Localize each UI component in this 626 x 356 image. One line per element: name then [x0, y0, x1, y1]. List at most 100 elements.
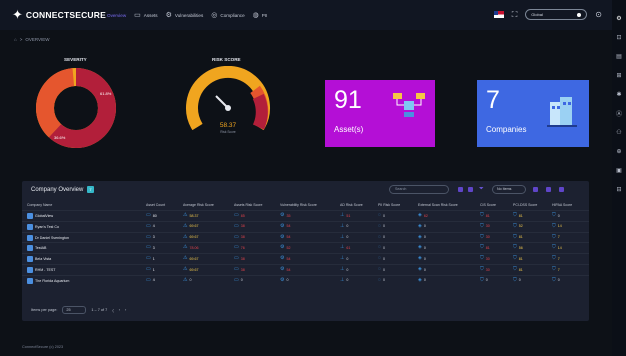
company-name-value: GlobalView — [35, 214, 54, 218]
companies-card[interactable]: 7 Companies — [477, 80, 589, 147]
gauge-critical-arc — [252, 93, 268, 130]
col-external-scan-risk[interactable]: External Scan Risk Score — [418, 203, 458, 207]
cell-assets-risk: ▭ 38 — [234, 234, 245, 240]
col-average-risk[interactable]: Average Risk Score — [183, 203, 214, 207]
cell-cis-score: ⛉ 0 — [480, 277, 488, 283]
prev-page-icon[interactable]: ‹ — [119, 308, 120, 312]
export-icon[interactable] — [533, 187, 538, 192]
pii-risk-icon: ◌ — [378, 233, 381, 240]
external-scan-risk-value: 0 — [423, 267, 426, 272]
external-scan-risk-value: 0 — [423, 245, 426, 250]
average-risk-icon: ⚠ — [183, 233, 188, 240]
pii-risk-icon: ◌ — [378, 212, 381, 218]
assets-card[interactable]: 91 Asset(s) — [325, 80, 435, 147]
cell-vulnerability-risk: ⚙ 35 — [280, 213, 290, 218]
view-select[interactable]: No Items — [492, 185, 526, 194]
logs-icon[interactable]: ⊟ — [616, 180, 621, 199]
table-row[interactable]: Ryan's Test Co ▭ 4 ⚠ 69.67 ▭ 38 ⚙ 54 ⊥ 0 ◌ 0 ◈ 0 ⛉ 30 ⛉ 52… — [22, 220, 589, 232]
col-pci-dss-score[interactable]: PCI-DSS Score — [513, 203, 537, 207]
ad-risk-value: 0 — [346, 267, 349, 272]
col-ad-risk[interactable]: AD Risk Score — [340, 203, 363, 207]
bug-tool-icon[interactable]: ✱ — [616, 85, 621, 104]
table-row[interactable]: Dr Daniel Svenington ▭ 3 ⚠ 69.67 ▭ 38 ⚙ 54 ⊥ 0 ◌ 0 ◈ 0… — [22, 231, 589, 243]
cell-pii-risk: ◌ 0 — [378, 256, 385, 261]
assets-risk-value: 38 — [240, 235, 245, 240]
filter-icon[interactable]: ⏷ — [479, 186, 484, 193]
home-icon[interactable]: ⌂ — [14, 37, 17, 42]
globe-icon[interactable]: ⊕ — [616, 142, 621, 161]
cell-assets-risk: ▭ 85 — [234, 213, 245, 218]
hipaa-score-icon: ⛉ — [552, 266, 556, 272]
next-page-icon[interactable]: › — [125, 308, 126, 312]
cell-company-name[interactable]: The Florida Aquarium — [27, 277, 69, 284]
settings-icon[interactable]: ⚙ — [616, 9, 621, 28]
col-assets-risk[interactable]: Assets Risk Score — [234, 203, 262, 207]
asset-count-icon: ▭ — [146, 212, 151, 218]
average-risk-icon: ⚠ — [183, 255, 188, 262]
cell-company-name[interactable]: Ryan's Test Co — [27, 223, 59, 230]
admin-icon[interactable]: Ⓐ — [616, 104, 622, 123]
average-risk-icon: ⚠ — [183, 266, 188, 272]
table-row[interactable]: TestAB ▭ 3 ⚠ 78.06 ▭ 76 ⚙ 52 ⊥ 61 ◌ 0 ◈ 0 ⛉ 81 ⛉ 56 ⛉ 14 — [22, 242, 589, 253]
nav-pii[interactable]: ◍ PII — [253, 12, 268, 19]
nav-compliance[interactable]: ◎ Compliance — [211, 12, 244, 19]
company-name-value: RHM - TEST — [35, 268, 56, 272]
download-icon[interactable] — [546, 187, 551, 192]
users-icon[interactable]: ⚇ — [616, 123, 621, 142]
assets-risk-icon: ▭ — [234, 244, 239, 251]
reports-icon[interactable]: ▤ — [616, 47, 622, 66]
col-hipaa-score[interactable]: HIPAA Score — [552, 203, 572, 207]
asset-count-value: 3 — [152, 235, 155, 240]
help-icon[interactable]: ⊙ — [595, 10, 602, 19]
companies-label: Companies — [486, 125, 527, 134]
assets-risk-value: 38 — [240, 256, 245, 261]
pci-dss-score-value: 81 — [518, 267, 523, 272]
cell-hipaa-score: ⛉ 14 — [552, 223, 562, 229]
cell-company-name[interactable]: TestAB — [27, 245, 46, 252]
cell-company-name[interactable]: Bela Vista — [27, 256, 51, 263]
cell-company-name[interactable]: GlobalView — [27, 213, 53, 219]
first-page-icon[interactable]: ⟨ — [112, 308, 113, 313]
col-asset-count[interactable]: Asset Count — [146, 203, 165, 207]
pii-risk-value: 0 — [382, 267, 385, 272]
assets-risk-icon: ▭ — [234, 266, 239, 272]
more-icon[interactable] — [559, 187, 564, 192]
items-per-page-select[interactable]: 25 — [62, 306, 87, 314]
asset-count-value: 4 — [152, 278, 155, 283]
cell-cis-score: ⛉ 30 — [480, 223, 490, 229]
col-company-name[interactable]: Company Name — [27, 203, 52, 207]
col-cis-score[interactable]: CIS Score — [480, 203, 496, 207]
table-row[interactable]: GlobalView ▭ 80 ⚠ 58.37 ▭ 85 ⚙ 35 ⊥ 51 ◌ 0 ◈ 62 ⛉ 81 ⛉ 81 ⛉… — [22, 210, 589, 221]
company-select[interactable]: Global — [525, 9, 588, 20]
external-scan-risk-icon: ◈ — [418, 222, 422, 229]
cell-company-name[interactable]: RHM - TEST — [27, 267, 56, 273]
nav-vulnerabilities[interactable]: ⚙ Vulnerabilities — [166, 12, 204, 19]
table-row[interactable]: The Florida Aquarium ▭ 4 ⚠ 0 ▭ 0 ⚙ 0 ⊥ 0 ◌ 0 ◈ 0 ⛉ 0 ⛉ 0 ⛉ 0 — [22, 274, 589, 286]
columns-icon[interactable] — [468, 187, 473, 192]
server-icon[interactable]: ▣ — [616, 161, 622, 180]
us-flag-icon[interactable] — [493, 11, 504, 18]
search-input[interactable]: Search — [389, 185, 449, 194]
asset-count-value: 4 — [152, 224, 155, 229]
cis-score-value: 30 — [485, 235, 490, 240]
table-row[interactable]: RHM - TEST ▭ 1 ⚠ 69.67 ▭ 38 ⚙ 54 ⊥ 0 ◌ 0 ◈ 0 ⛉ 30 ⛉ 81 ⛉ 7 — [22, 264, 589, 275]
cell-external-scan-risk: ◈ 0 — [418, 234, 426, 240]
logo[interactable]: ✦ CONNECTSECURE — [12, 8, 106, 22]
nav-overview[interactable]: Overview — [104, 13, 126, 18]
pci-dss-score-icon: ⛉ — [513, 222, 517, 229]
nav-assets[interactable]: ▭ Assets — [134, 12, 157, 19]
table-row[interactable]: Bela Vista ▭ 1 ⚠ 69.67 ▭ 38 ⚙ 54 ⊥ 0 ◌ 0 ◈ 0 ⛉ 30 ⛉ 81 ⛉ 7 — [22, 253, 589, 264]
dashboard-icon[interactable]: ⊡ — [616, 28, 621, 47]
col-pii-risk[interactable]: PII Risk Score — [378, 203, 400, 207]
cell-company-name[interactable]: Dr Daniel Svenington — [27, 234, 69, 241]
grid-icon[interactable]: ⊞ — [616, 66, 621, 85]
cell-asset-count: ▭ 1 — [146, 267, 155, 272]
assets-risk-value: 38 — [240, 224, 245, 229]
col-vulnerability-risk[interactable]: Vulnerability Risk Score — [280, 203, 317, 207]
vulnerability-risk-value: 0 — [286, 278, 289, 283]
refresh-icon[interactable] — [458, 187, 463, 192]
fullscreen-icon[interactable]: ⛶ — [512, 10, 518, 20]
clear-select-icon[interactable] — [577, 12, 582, 17]
company-icon — [27, 234, 33, 241]
pii-risk-value: 0 — [382, 278, 385, 283]
